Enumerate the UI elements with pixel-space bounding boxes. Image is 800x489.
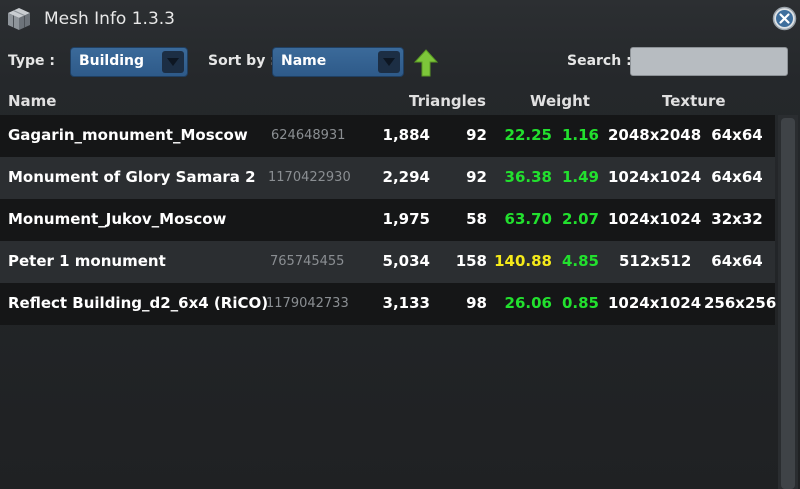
column-header-weight[interactable]: Weight — [530, 92, 590, 110]
triangles-count: 5,034 — [382, 252, 430, 270]
lod-texture-size: 32x32 — [711, 210, 763, 228]
lod-texture-size: 64x64 — [711, 168, 763, 186]
lod-triangles-count: 98 — [466, 294, 487, 312]
weight-value: 36.38 — [504, 168, 552, 186]
lod-triangles-count: 92 — [466, 168, 487, 186]
workshop-id: 765745455 — [270, 254, 345, 269]
triangles-count: 1,975 — [382, 210, 430, 228]
table-row[interactable]: Monument of Glory Samara 2 1170422930 2,… — [0, 157, 775, 199]
table-row[interactable]: Gagarin_monument_Moscow 624648931 1,884 … — [0, 115, 775, 157]
title-bar[interactable]: Mesh Info 1.3.3 — [0, 0, 800, 38]
lod-texture-size: 64x64 — [711, 126, 763, 144]
scrollbar-thumb[interactable] — [781, 118, 795, 489]
mesh-name: Monument_Jukov_Moscow — [8, 210, 227, 228]
weight-value: 22.25 — [504, 126, 552, 144]
triangles-count: 1,884 — [382, 126, 430, 144]
chevron-down-icon — [162, 51, 184, 73]
type-dropdown-value: Building — [79, 53, 145, 69]
sort-by-label: Sort by : — [208, 53, 276, 69]
arrow-up-icon[interactable] — [414, 49, 438, 77]
lod-weight-value: 1.49 — [561, 168, 599, 186]
mesh-name: Gagarin_monument_Moscow — [8, 126, 248, 144]
lod-texture-size: 64x64 — [711, 252, 763, 270]
mesh-cube-icon — [8, 8, 30, 30]
column-header-name[interactable]: Name — [8, 92, 56, 110]
close-icon[interactable] — [772, 6, 797, 31]
mesh-info-window: Mesh Info 1.3.3 Type : Building Sort by … — [0, 0, 800, 489]
lod-triangles-count: 58 — [466, 210, 487, 228]
lod-weight-value: 2.07 — [561, 210, 599, 228]
texture-size: 1024x1024 — [608, 294, 702, 312]
window-title: Mesh Info 1.3.3 — [44, 9, 175, 29]
workshop-id: 1179042733 — [266, 296, 349, 311]
workshop-id: 1170422930 — [268, 170, 351, 185]
type-label: Type : — [8, 53, 56, 69]
table-row[interactable]: Monument_Jukov_Moscow 1,975 58 63.70 2.0… — [0, 199, 775, 241]
workshop-id: 624648931 — [271, 128, 346, 143]
table-row[interactable]: Reflect Building_d2_6x4 (RiCO) 117904273… — [0, 283, 777, 325]
texture-size: 2048x2048 — [608, 126, 702, 144]
weight-value: 140.88 — [494, 252, 552, 270]
weight-value: 63.70 — [504, 210, 552, 228]
column-header-triangles[interactable]: Triangles — [409, 92, 486, 110]
mesh-name: Peter 1 monument — [8, 252, 166, 270]
texture-size: 1024x1024 — [608, 210, 702, 228]
search-label: Search : — [567, 53, 632, 69]
lod-triangles-count: 158 — [455, 252, 487, 270]
mesh-name: Monument of Glory Samara 2 — [8, 168, 256, 186]
triangles-count: 3,133 — [382, 294, 430, 312]
triangles-count: 2,294 — [382, 168, 430, 186]
search-input[interactable] — [630, 47, 788, 76]
texture-size: 512x512 — [619, 252, 692, 270]
lod-texture-size: 256x256 — [704, 294, 777, 312]
table-row[interactable]: Peter 1 monument 765745455 5,034 158 140… — [0, 241, 775, 283]
lod-weight-value: 0.85 — [561, 294, 599, 312]
column-header-texture[interactable]: Texture — [662, 92, 726, 110]
sort-by-dropdown-value: Name — [281, 53, 327, 69]
chevron-down-icon — [378, 51, 400, 73]
mesh-name: Reflect Building_d2_6x4 (RiCO) — [8, 294, 269, 312]
lod-weight-value: 4.85 — [561, 252, 599, 270]
lod-triangles-count: 92 — [466, 126, 487, 144]
lod-weight-value: 1.16 — [561, 126, 599, 144]
texture-size: 1024x1024 — [608, 168, 702, 186]
type-dropdown[interactable]: Building — [70, 47, 188, 77]
sort-by-dropdown[interactable]: Name — [272, 47, 404, 77]
weight-value: 26.06 — [504, 294, 552, 312]
